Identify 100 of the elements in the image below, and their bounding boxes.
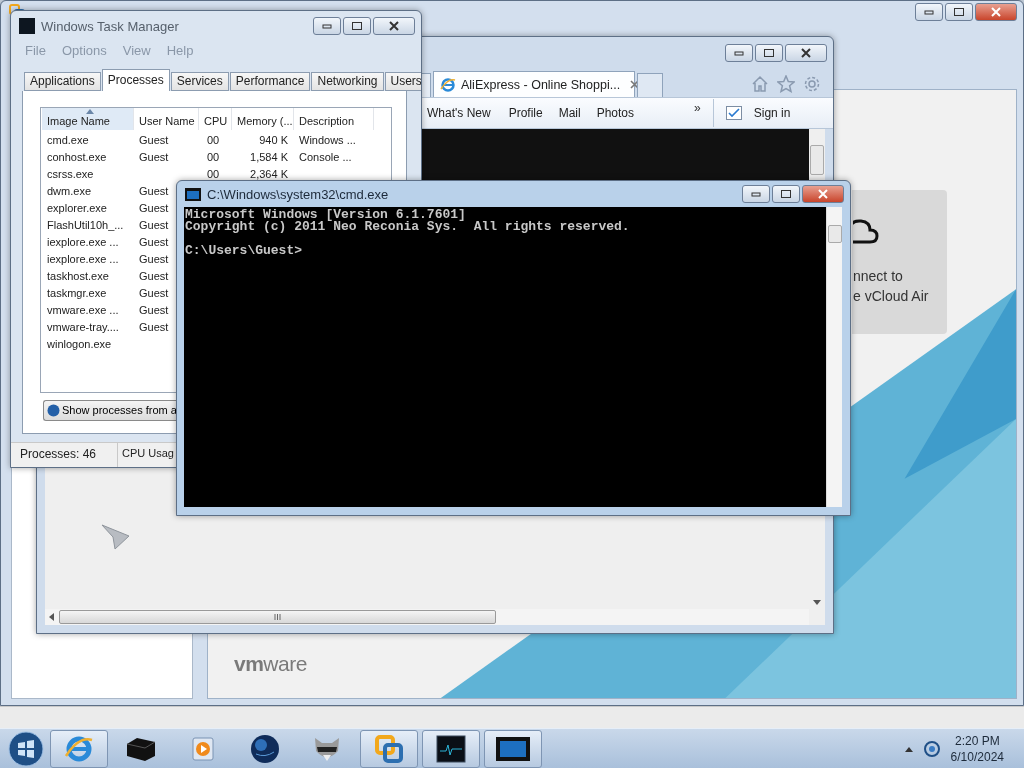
column-header[interactable]: Image Name — [42, 107, 134, 130]
tab[interactable]: Processes — [101, 68, 170, 91]
logo-text: vmware — [234, 652, 307, 676]
image-name-cell-text: taskhost.exe — [47, 268, 109, 284]
paper-plane-icon — [101, 523, 131, 551]
user-name-cell-text: Guest — [139, 200, 169, 216]
horizontal-scrollbar[interactable] — [45, 609, 809, 625]
user-name-cell-text: Guest — [139, 132, 169, 148]
image-name-cell-text: conhost.exe — [47, 149, 107, 165]
taskbar-app-button[interactable] — [484, 729, 542, 768]
scrollbar-thumb[interactable] — [59, 610, 496, 624]
maximize-icon — [351, 21, 363, 31]
scrollbar-thumb[interactable] — [827, 225, 842, 243]
sign-in-link[interactable]: Sign in — [753, 106, 791, 120]
description-cell-text: Windows ... — [299, 132, 356, 148]
sort-arrow-icon — [86, 108, 94, 114]
command-prompt: C:\Users\Guest> — [185, 245, 304, 257]
image-name-cell-text: dwm.exe — [47, 183, 92, 199]
user-name-cell-text: Guest — [139, 268, 169, 284]
tray-expand-icon[interactable] — [904, 745, 913, 752]
favorites-link[interactable]: Photos — [596, 106, 635, 120]
user-name-cell-text: Guest — [139, 234, 169, 250]
clock-time[interactable]: 2:20 PM — [954, 732, 1000, 749]
network-icon[interactable] — [922, 739, 941, 758]
minimize-icon — [734, 50, 744, 56]
image-name-cell-text: cmd.exe — [47, 132, 89, 148]
image-name-cell-text: vmware-tray.... — [47, 319, 119, 335]
user-name-cell-text: Guest — [139, 217, 169, 233]
maximize-button[interactable] — [772, 185, 800, 203]
status-text: Processes: 46 — [11, 443, 118, 467]
minimize-button[interactable] — [742, 185, 770, 203]
overflow-chevron[interactable]: » — [694, 101, 701, 115]
window-title: C:\Windows\system32\cmd.exe — [207, 186, 389, 202]
tab[interactable]: Users — [384, 71, 421, 91]
maximize-button[interactable] — [343, 17, 371, 35]
performance-monitor-icon — [436, 734, 466, 763]
cloud-card[interactable]: nnect to e vCloud Air — [852, 190, 947, 334]
minimize-button[interactable] — [725, 44, 753, 62]
image-name-cell-text: taskmgr.exe — [47, 285, 107, 301]
cpu-cell-text: 00 — [207, 166, 220, 182]
scrollbar-thumb[interactable] — [810, 145, 824, 175]
close-tab-icon[interactable] — [630, 80, 640, 89]
console-screen[interactable]: Microsoft Windows [Version 6.1.7601] Copyright (c) 2011 Neo Reconia Sys. All rights reserved. C:\Users\Guest> — [184, 207, 826, 507]
cpu-cell-text: 00 — [207, 132, 220, 148]
window-title: Windows Task Manager — [41, 18, 179, 34]
minimize-icon — [924, 9, 934, 15]
maximize-button[interactable] — [755, 44, 783, 62]
image-name-cell-text: vmware.exe ... — [47, 302, 119, 318]
vertical-scrollbar[interactable] — [826, 207, 842, 507]
maximize-icon — [780, 189, 792, 199]
close-icon — [990, 7, 1002, 17]
image-name-cell-text: iexplore.exe ... — [47, 251, 119, 267]
image-name-cell-text: winlogon.exe — [47, 336, 112, 352]
user-name-cell-text: Guest — [139, 251, 169, 267]
minimize-button[interactable] — [313, 17, 341, 35]
tab[interactable]: Services — [170, 71, 229, 91]
user-name-cell-text: Guest — [139, 302, 169, 318]
user-name-cell-text: Guest — [139, 149, 169, 165]
close-button[interactable] — [785, 44, 827, 62]
browser-tab[interactable] — [421, 73, 431, 97]
status-text: CPU Usag — [121, 446, 175, 462]
image-name-cell-text: iexplore.exe ... — [47, 234, 119, 250]
image-name-cell-text: FlashUtil10h_... — [47, 217, 124, 233]
description-cell-text: Console ... — [299, 149, 352, 165]
start-button[interactable] — [6, 729, 46, 768]
card-text: e vCloud Air — [853, 288, 929, 304]
browser-tab[interactable]: AliExpress - Online Shoppi... — [433, 71, 635, 97]
user-name-cell-text: Guest — [139, 183, 169, 199]
console-output: Copyright (c) 2011 Neo Reconia Sys. All rights reserved. — [185, 221, 631, 233]
task-manager-icon — [19, 18, 35, 34]
favorites-link[interactable]: Profile — [508, 106, 543, 120]
tab[interactable]: Performance — [229, 71, 311, 91]
console-icon — [185, 187, 201, 201]
cpu-cell-text: 00 — [207, 149, 220, 165]
tab-title: AliExpress - Online Shoppi... — [461, 77, 621, 92]
favorites-link[interactable]: What's New — [427, 106, 491, 120]
minimize-button[interactable] — [915, 3, 943, 21]
maximize-icon — [953, 7, 965, 17]
clock-date[interactable]: 6/10/2024 — [950, 748, 1004, 765]
memory-cell-text: 940 K — [259, 132, 288, 148]
tab[interactable]: Applications — [24, 71, 101, 91]
console-output: Microsoft Windows [Version 6.1.7601] — [185, 209, 467, 221]
maximize-button[interactable] — [945, 3, 973, 21]
console-icon — [495, 735, 531, 762]
show-processes-button[interactable]: Show processes from a — [43, 399, 176, 421]
scroll-down-arrow-icon[interactable] — [813, 600, 821, 605]
scroll-left-arrow-icon[interactable] — [49, 613, 55, 621]
image-name-cell-text: explorer.exe — [47, 200, 107, 216]
taskbar-app-button[interactable] — [422, 729, 480, 768]
card-text: nnect to — [853, 268, 903, 284]
star-icon[interactable] — [777, 75, 795, 93]
grip-icon — [274, 614, 281, 620]
close-icon — [388, 21, 400, 31]
maximize-icon — [763, 48, 775, 58]
tab[interactable]: Networking — [311, 71, 384, 91]
image-name-cell-text: csrss.exe — [47, 166, 94, 182]
close-button[interactable] — [373, 17, 415, 35]
checkmark-icon[interactable] — [725, 106, 742, 120]
browser-icon — [440, 76, 456, 93]
favorites-link[interactable]: Mail — [558, 106, 581, 120]
